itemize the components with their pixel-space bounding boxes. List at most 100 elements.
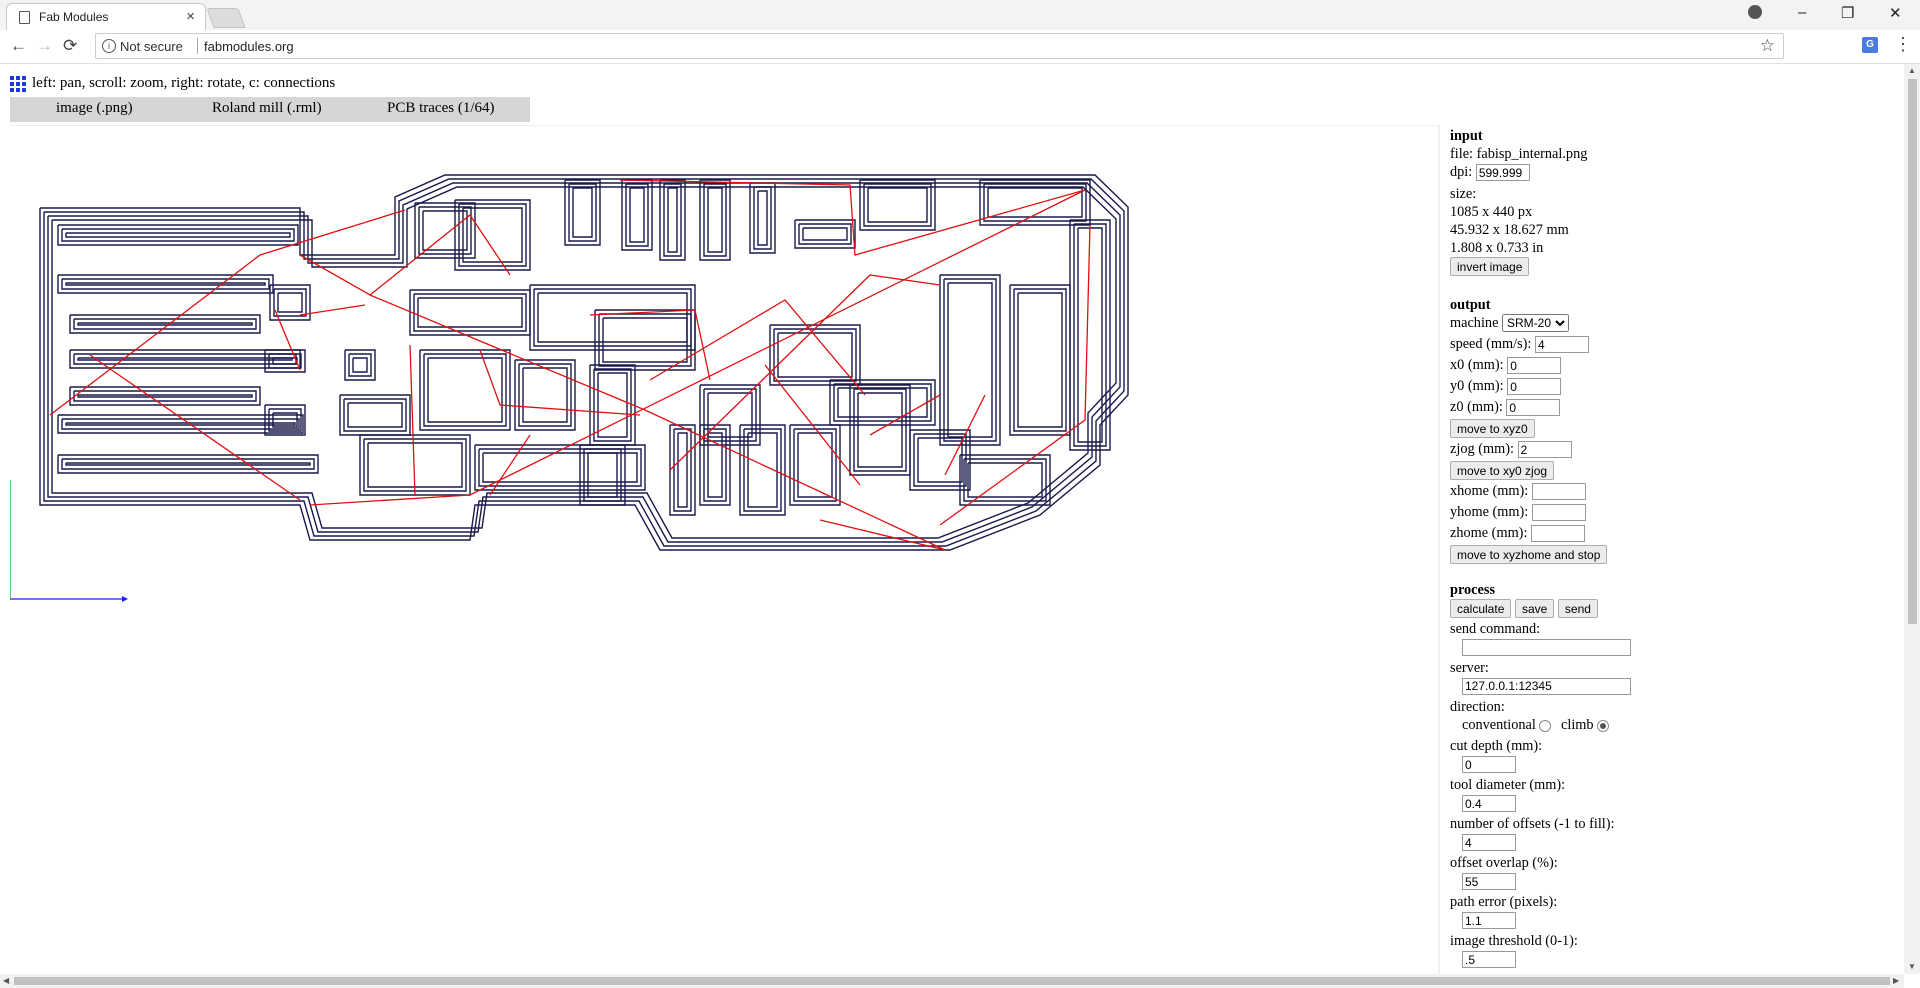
xhome-label: xhome (mm):: [1450, 483, 1529, 499]
toolpath-canvas[interactable]: [10, 125, 1440, 974]
page: left: pan, scroll: zoom, right: rotate, …: [0, 64, 1904, 974]
scroll-right-icon[interactable]: ▶: [1893, 976, 1899, 985]
trace-path: [947, 282, 993, 438]
address-bar[interactable]: i Not secure fabmodules.org ☆: [95, 33, 1784, 59]
move-to-xyz0-button[interactable]: move to xyz0: [1450, 419, 1535, 438]
zhome-input[interactable]: [1531, 525, 1585, 543]
trace-path: [423, 353, 507, 427]
trace-path: [802, 227, 848, 241]
speed-input[interactable]: [1534, 336, 1589, 354]
trace-path: [458, 203, 527, 267]
trace-path: [673, 428, 692, 512]
trace-path: [663, 183, 682, 257]
star-icon[interactable]: ☆: [1760, 36, 1775, 56]
trace-path: [57, 454, 319, 474]
trace-path: [598, 313, 692, 367]
trace-path: [77, 322, 253, 326]
trace-path: [829, 379, 936, 426]
translate-icon[interactable]: G: [1862, 37, 1878, 53]
vertical-scrollbar[interactable]: ▲ ▼: [1904, 64, 1920, 974]
trace-path: [667, 187, 678, 253]
trace-path: [1013, 288, 1067, 432]
z0-input[interactable]: [1506, 399, 1561, 417]
trace-path: [522, 367, 568, 423]
trace-path: [69, 314, 261, 334]
move-to-xyzhome-button[interactable]: move to xyzhome and stop: [1450, 545, 1608, 564]
scroll-down-icon[interactable]: ▼: [1908, 962, 1916, 971]
send-command-input[interactable]: [1462, 638, 1631, 656]
conventional-radio[interactable]: [1539, 719, 1552, 732]
connection-move: [869, 394, 941, 436]
tab-image-png[interactable]: image (.png): [56, 100, 133, 117]
trace-path: [422, 210, 468, 251]
trace-path: [863, 183, 932, 227]
move-to-xy0-zjog-button[interactable]: move to xy0 zjog: [1450, 461, 1555, 480]
browser-toolbar: ← → ⟳ i Not secure fabmodules.org ☆ G ⋮: [0, 30, 1920, 64]
tool-diameter-label: tool diameter (mm):: [1450, 777, 1566, 793]
restore-icon[interactable]: ❐: [1841, 4, 1854, 22]
profile-icon[interactable]: [1748, 5, 1762, 19]
x-axis-arrow: [122, 596, 128, 602]
new-tab-button[interactable]: [206, 8, 246, 28]
trace-path: [347, 402, 403, 428]
climb-radio[interactable]: [1597, 719, 1610, 732]
scroll-up-icon[interactable]: ▲: [1908, 66, 1916, 75]
info-icon[interactable]: i: [102, 39, 116, 53]
save-button[interactable]: save: [1514, 599, 1555, 618]
image-threshold-input[interactable]: [1462, 951, 1516, 969]
trace-path: [1073, 223, 1107, 447]
direction-label: direction:: [1450, 699, 1505, 715]
back-icon[interactable]: ←: [10, 36, 27, 56]
calculate-button[interactable]: calculate: [1450, 599, 1512, 618]
file-label: file: fabisp_internal.png: [1450, 146, 1588, 162]
trace-path: [77, 357, 293, 361]
trace-path: [739, 424, 786, 516]
yhome-label: yhome (mm):: [1450, 504, 1529, 520]
close-window-icon[interactable]: ✕: [1889, 4, 1902, 22]
trace-path: [597, 372, 628, 438]
send-button[interactable]: send: [1557, 599, 1598, 618]
offset-overlap-input[interactable]: [1462, 873, 1516, 891]
dpi-input[interactable]: [1475, 164, 1530, 182]
server-input[interactable]: [1462, 677, 1631, 695]
connection-move: [409, 344, 416, 496]
trace-path: [57, 274, 274, 294]
scroll-left-icon[interactable]: ◀: [3, 976, 9, 985]
yhome-input[interactable]: [1531, 504, 1586, 522]
grid-icon[interactable]: [10, 76, 27, 93]
horizontal-scrollbar[interactable]: ◀ ▶: [0, 974, 1904, 988]
connection-move: [309, 189, 1086, 506]
invert-image-button[interactable]: invert image: [1450, 257, 1530, 276]
trace-path: [65, 282, 266, 286]
browser-tab[interactable]: Fab Modules ×: [6, 3, 206, 30]
tool-diameter-input[interactable]: [1462, 795, 1516, 813]
tab-pcb-traces[interactable]: PCB traces (1/64): [387, 100, 494, 117]
machine-select[interactable]: SRM-20: [1502, 314, 1570, 332]
minimize-icon[interactable]: –: [1798, 4, 1806, 21]
url-text[interactable]: fabmodules.org: [204, 39, 294, 54]
horizontal-scroll-thumb[interactable]: [14, 977, 1890, 985]
xhome-input[interactable]: [1531, 483, 1586, 501]
path-error-input[interactable]: [1462, 912, 1516, 930]
menu-icon[interactable]: ⋮: [1894, 34, 1912, 55]
toolpath-view[interactable]: [10, 125, 1440, 974]
offsets-input[interactable]: [1462, 834, 1516, 852]
trace-path: [514, 359, 576, 431]
trace-path: [943, 278, 997, 442]
trace-path: [277, 292, 303, 313]
tab-roland-mill[interactable]: Roland mill (.rml): [212, 100, 322, 117]
cut-depth-label: cut depth (mm):: [1450, 738, 1543, 754]
vertical-scroll-thumb[interactable]: [1908, 79, 1917, 624]
forward-icon[interactable]: →: [36, 36, 53, 56]
cut-depth-input[interactable]: [1462, 756, 1516, 774]
tab-close-icon[interactable]: ×: [186, 8, 195, 25]
trace-path: [352, 357, 368, 373]
process-heading: process: [1450, 582, 1496, 598]
trace-path: [1009, 284, 1071, 436]
reload-icon[interactable]: ⟳: [63, 36, 77, 56]
zjog-input[interactable]: [1517, 441, 1572, 459]
trace-path: [629, 187, 645, 243]
x0-input[interactable]: [1507, 357, 1562, 375]
y0-input[interactable]: [1507, 378, 1562, 396]
trace-path: [65, 462, 311, 466]
